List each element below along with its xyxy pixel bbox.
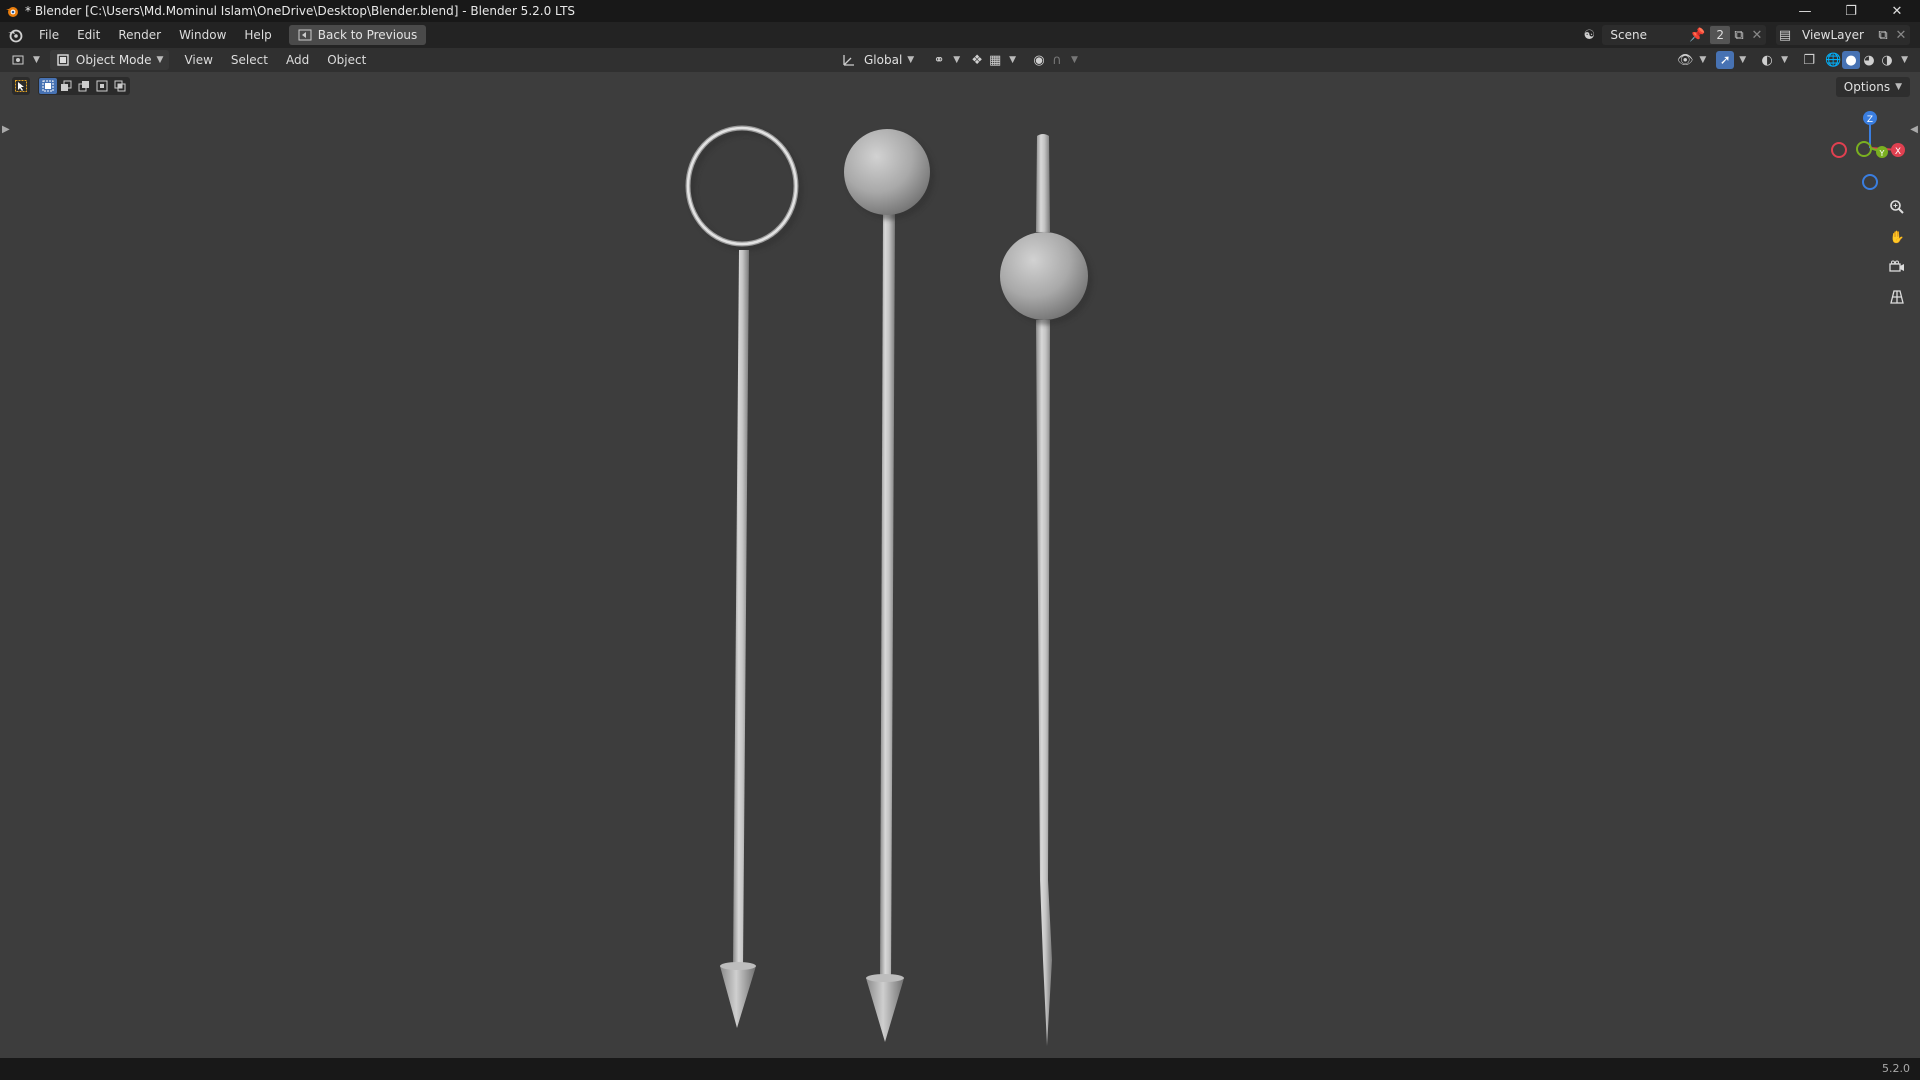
axis-z-label: Z bbox=[1867, 115, 1873, 125]
axis-x-label: X bbox=[1895, 147, 1901, 157]
hand-pan-icon[interactable]: ✋ bbox=[1884, 225, 1910, 249]
ball-skewer-object[interactable] bbox=[1000, 134, 1093, 1046]
zoom-icon[interactable] bbox=[1884, 195, 1910, 219]
grid-view-icon[interactable] bbox=[1884, 285, 1910, 309]
ring-pin-object[interactable] bbox=[685, 125, 803, 1028]
axis-y-label: Y bbox=[1879, 149, 1885, 158]
axis-neg-x-icon[interactable] bbox=[1831, 142, 1847, 158]
status-bar: 5.2.0 bbox=[0, 1058, 1920, 1080]
navigation-gizmo[interactable]: Z X Y bbox=[1820, 106, 1920, 196]
version-label: 5.2.0 bbox=[1882, 1062, 1910, 1075]
axis-neg-y-icon[interactable] bbox=[1856, 141, 1872, 157]
axis-neg-z-icon[interactable] bbox=[1862, 174, 1878, 190]
viewport-navigation-buttons: ✋ bbox=[1884, 195, 1910, 309]
viewport-scene[interactable] bbox=[0, 0, 1920, 1058]
ball-pin-object[interactable] bbox=[844, 129, 935, 1042]
camera-icon[interactable] bbox=[1884, 255, 1910, 279]
